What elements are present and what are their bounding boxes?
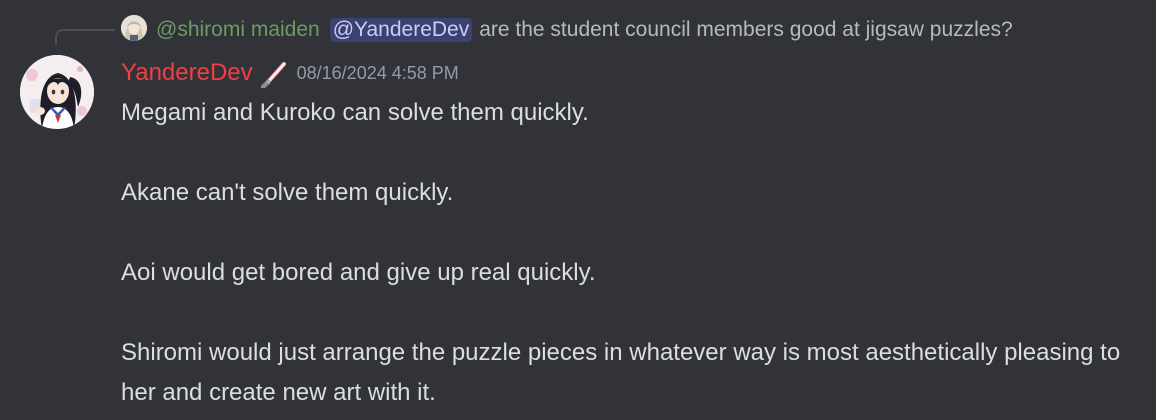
reply-avatar-image	[121, 15, 147, 41]
message-content: Megami and Kuroko can solve them quickly…	[121, 93, 1121, 413]
reply-avatar[interactable]	[121, 15, 147, 41]
chat-message: @shiromi maiden @YandereDev are the stud…	[0, 0, 1156, 420]
message-timestamp[interactable]: 08/16/2024 4:58 PM	[297, 63, 459, 84]
reply-mention[interactable]: @YandereDev	[329, 18, 473, 42]
reply-connector	[55, 29, 115, 45]
reply-author[interactable]: @shiromi maiden	[156, 18, 320, 42]
reply-text[interactable]: are the student council members good at …	[479, 18, 1012, 42]
red-lightsaber-icon[interactable]	[259, 58, 289, 90]
message-paragraph: Shiromi would just arrange the puzzle pi…	[121, 339, 1121, 406]
author-avatar[interactable]	[20, 55, 94, 129]
author-name[interactable]: YandereDev	[121, 59, 253, 87]
message-paragraph: Akane can't solve them quickly.	[121, 179, 454, 206]
message-paragraph: Aoi would get bored and give up real qui…	[121, 259, 596, 286]
reply-preview[interactable]: @shiromi maiden @YandereDev are the stud…	[156, 14, 1013, 46]
message-header: YandereDev 08/16/2024 4:58 PM	[121, 55, 459, 91]
message-paragraph: Megami and Kuroko can solve them quickly…	[121, 99, 589, 126]
author-avatar-image	[20, 55, 94, 129]
